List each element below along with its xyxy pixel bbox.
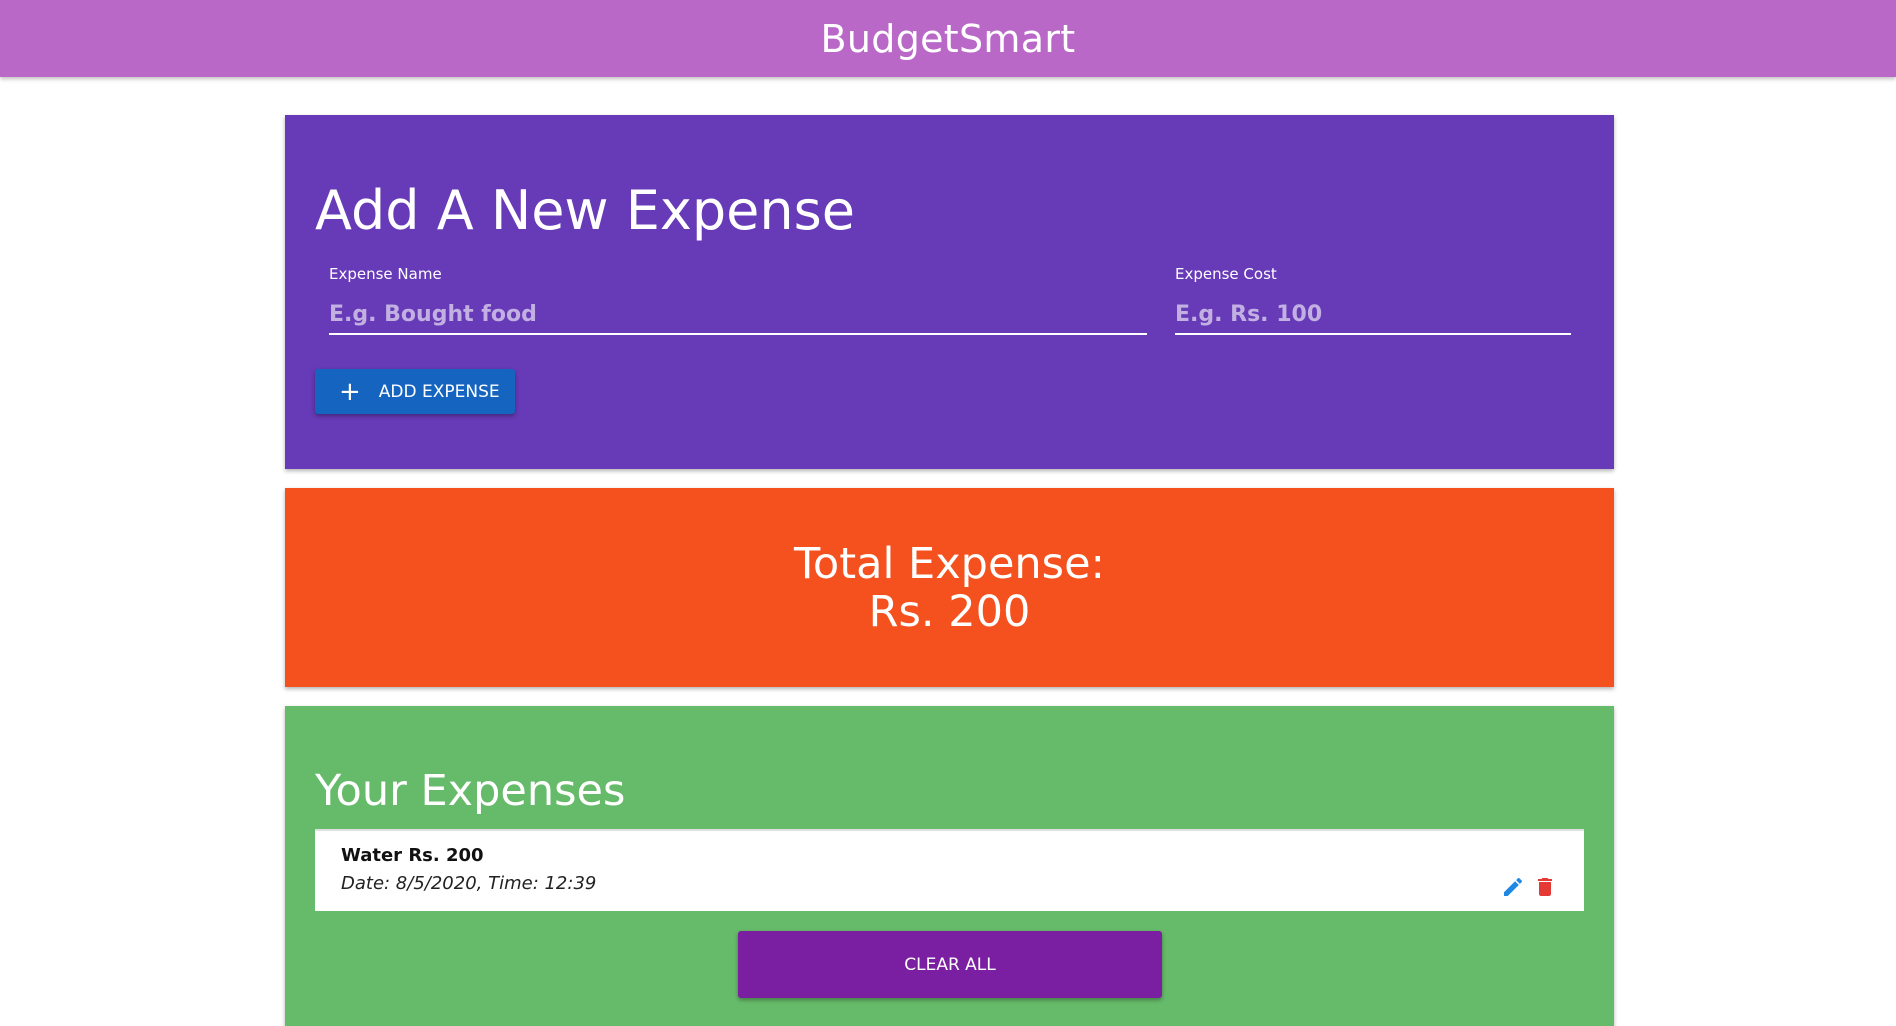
expense-item-title: Water Rs. 200: [341, 845, 484, 866]
total-expense-label: Total Expense:: [793, 538, 1106, 589]
expenses-heading: Your Expenses: [315, 766, 626, 816]
add-expense-button-label: ADD EXPENSE: [378, 381, 500, 402]
total-expense-card: Total Expense: Rs. 200: [285, 488, 1614, 687]
add-expense-button[interactable]: + ADD EXPENSE: [315, 369, 515, 414]
app-bar: BudgetSmart: [0, 0, 1896, 77]
expense-cost-field: Expense Cost: [1175, 265, 1571, 335]
add-expense-card: Add A New Expense Expense Name Expense C…: [285, 115, 1614, 469]
delete-icon[interactable]: [1533, 875, 1557, 899]
expense-item-date: Date: 8/5/2020, Time: 12:39: [341, 873, 597, 894]
app-title: BudgetSmart: [820, 16, 1076, 61]
plus-icon: +: [339, 376, 361, 407]
total-expense-value: Rs. 200: [868, 586, 1031, 637]
expense-name-input[interactable]: [329, 295, 1147, 335]
list-item: Water Rs. 200 Date: 8/5/2020, Time: 12:3…: [315, 829, 1584, 911]
expense-cost-label: Expense Cost: [1175, 265, 1277, 283]
add-expense-heading: Add A New Expense: [315, 179, 855, 242]
edit-icon[interactable]: [1501, 875, 1525, 899]
clear-all-button[interactable]: CLEAR ALL: [738, 931, 1162, 998]
expense-name-field: Expense Name: [329, 265, 1147, 335]
expense-cost-input[interactable]: [1175, 295, 1571, 335]
expense-name-label: Expense Name: [329, 265, 442, 283]
expenses-card: Your Expenses Water Rs. 200 Date: 8/5/20…: [285, 706, 1614, 1026]
